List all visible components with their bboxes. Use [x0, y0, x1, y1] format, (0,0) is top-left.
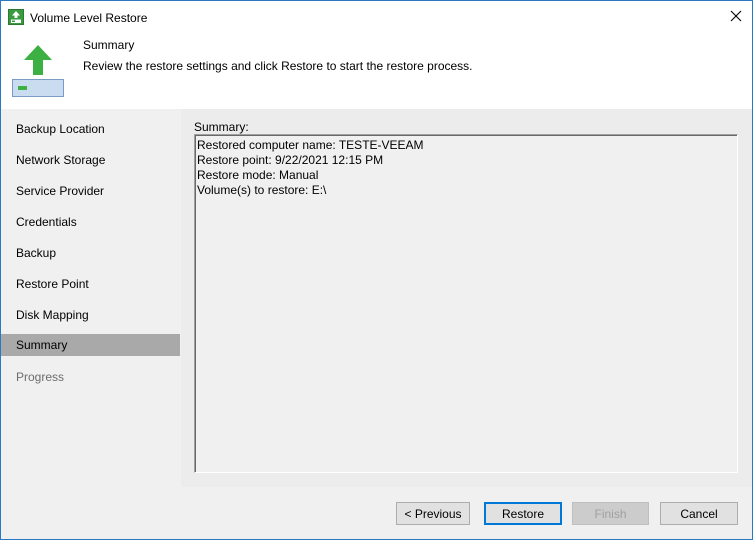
wizard-steps-sidebar: Backup Location Network Storage Service … [1, 109, 180, 487]
summary-textbox[interactable]: Restored computer name: TESTE-VEEAM Rest… [194, 134, 738, 473]
green-up-arrow-restore-icon [10, 43, 66, 99]
sidebar-item-label: Progress [16, 370, 65, 384]
summary-line-restore-mode: Restore mode: Manual [197, 168, 319, 182]
sidebar-item-disk-mapping[interactable]: Disk Mapping [1, 304, 180, 326]
sidebar-item-service-provider[interactable]: Service Provider [1, 180, 180, 202]
sidebar-item-restore-point[interactable]: Restore Point [1, 273, 180, 295]
close-icon [730, 10, 742, 25]
header-description: Review the restore settings and click Re… [83, 59, 473, 73]
summary-line-computer-name: Restored computer name: TESTE-VEEAM [197, 138, 424, 152]
summary-line-volumes: Volume(s) to restore: E:\ [197, 183, 327, 197]
sidebar-item-credentials[interactable]: Credentials [1, 211, 180, 233]
finish-button: Finish [572, 502, 649, 525]
sidebar-item-backup-location[interactable]: Backup Location [1, 118, 180, 140]
veeam-restore-icon [8, 9, 24, 25]
sidebar-item-label: Backup Location [16, 122, 105, 136]
sidebar-item-summary[interactable]: Summary [1, 334, 180, 356]
wizard-footer: < Previous Restore Finish Cancel [1, 487, 752, 539]
sidebar-item-label: Credentials [16, 215, 77, 229]
sidebar-item-label: Network Storage [16, 153, 106, 167]
summary-line-restore-point: Restore point: 9/22/2021 12:15 PM [197, 153, 384, 167]
sidebar-item-network-storage[interactable]: Network Storage [1, 149, 180, 171]
header-title: Summary [83, 38, 135, 52]
restore-button[interactable]: Restore [484, 502, 562, 525]
sidebar-item-label: Summary [16, 338, 68, 352]
sidebar-item-label: Backup [16, 246, 57, 260]
summary-label: Summary: [194, 120, 249, 134]
volume-level-restore-dialog: Volume Level Restore Summary Review the … [0, 0, 753, 540]
cancel-button[interactable]: Cancel [660, 502, 738, 525]
sidebar-item-backup[interactable]: Backup [1, 242, 180, 264]
window-title: Volume Level Restore [30, 11, 148, 25]
close-button[interactable] [720, 1, 752, 33]
sidebar-item-label: Disk Mapping [16, 308, 89, 322]
summary-panel: Summary: Restored computer name: TESTE-V… [181, 109, 752, 487]
previous-button[interactable]: < Previous [396, 502, 470, 525]
title-bar: Volume Level Restore [1, 1, 752, 33]
wizard-header: Summary Review the restore settings and … [1, 33, 752, 109]
sidebar-item-label: Restore Point [16, 277, 89, 291]
sidebar-item-label: Service Provider [16, 184, 105, 198]
sidebar-item-progress: Progress [1, 366, 180, 388]
